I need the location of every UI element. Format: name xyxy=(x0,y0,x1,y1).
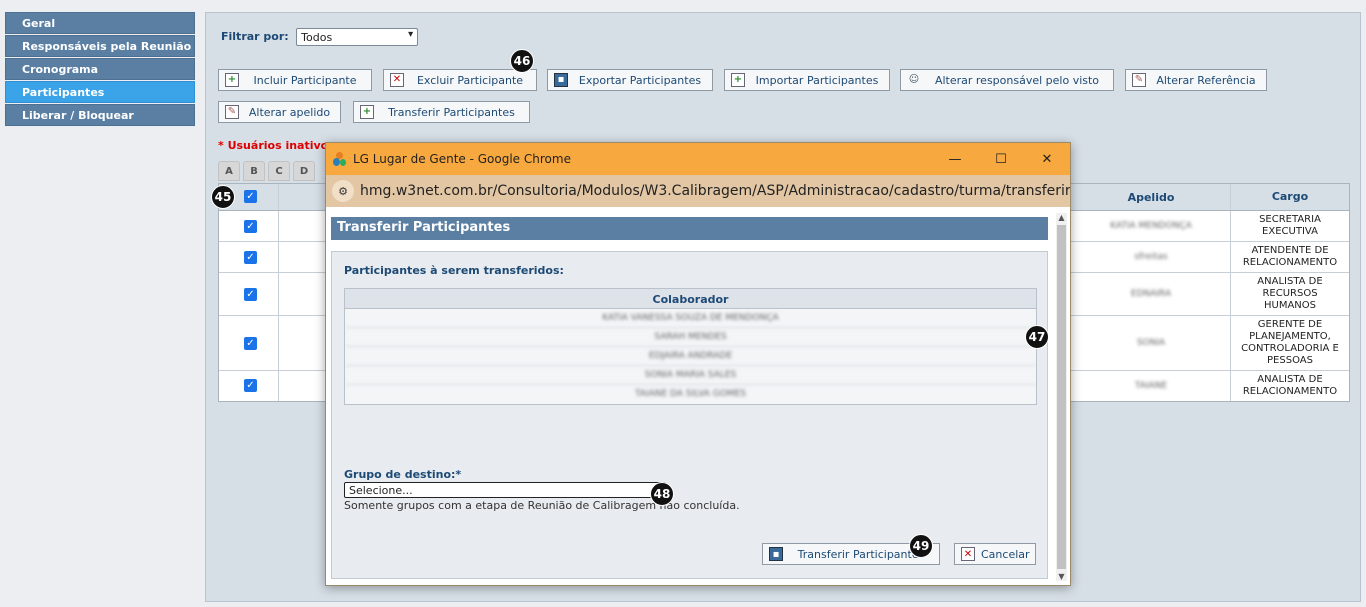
row-cargo: GERENTE DE PLANEJAMENTO, CONTROLADORIA E… xyxy=(1230,316,1349,370)
menu-item-liberar-bloquear[interactable]: Liberar / Bloquear xyxy=(5,104,195,126)
filter-select[interactable]: Todos ▾ xyxy=(296,28,419,46)
importar-participantes-button[interactable]: + Importar Participantes xyxy=(724,69,890,91)
list-item: SONIA MARIA SALES xyxy=(345,366,1036,385)
destination-label: Grupo de destino:* xyxy=(344,468,462,481)
row-cargo: ATENDENTE DE RELACIONAMENTO xyxy=(1230,242,1349,272)
edit-icon: ✎ xyxy=(225,105,239,119)
alterar-responsavel-button[interactable]: ☺ Alterar responsável pelo visto xyxy=(900,69,1114,91)
row-cargo: SECRETARIA EXECUTIVA xyxy=(1230,211,1349,241)
transfer-icon: + xyxy=(360,105,374,119)
row-checkbox[interactable]: ✓ xyxy=(244,220,257,233)
scroll-up-icon[interactable]: ▲ xyxy=(1056,213,1067,222)
cancel-button[interactable]: ✕ Cancelar xyxy=(954,543,1036,565)
transferir-participantes-button[interactable]: + Transferir Participantes xyxy=(353,101,530,123)
excluir-participante-button[interactable]: ✕ Excluir Participante xyxy=(383,69,537,91)
row-checkbox[interactable]: ✓ xyxy=(244,337,257,350)
lg-app-icon xyxy=(333,152,347,166)
chevron-down-icon: ▾ xyxy=(408,29,414,40)
row-apelido: sfreitas xyxy=(1134,252,1168,262)
cancel-icon: ✕ xyxy=(961,547,975,561)
destination-value: Selecione... xyxy=(349,484,413,497)
filter-value: Todos xyxy=(301,31,333,44)
list-item: EDJAIRA ANDRADE xyxy=(345,347,1036,366)
step-badge-45: 45 xyxy=(211,185,235,209)
letter-tab-d[interactable]: D xyxy=(293,161,315,181)
step-badge-46: 46 xyxy=(510,49,534,73)
menu-item-responsaveis[interactable]: Responsáveis pela Reunião xyxy=(5,35,195,57)
exportar-participantes-button[interactable]: ▪ Exportar Participantes xyxy=(547,69,713,91)
scroll-down-icon[interactable]: ▼ xyxy=(1056,572,1067,581)
maximize-icon[interactable]: ☐ xyxy=(978,143,1024,175)
export-icon: ▪ xyxy=(554,73,568,87)
site-settings-icon[interactable]: ⚙ xyxy=(332,180,354,202)
letter-tab-c[interactable]: C xyxy=(268,161,290,181)
header-apelido: Apelido xyxy=(1127,190,1175,204)
address-bar[interactable]: ⚙ hmg.w3net.com.br/Consultoria/Modulos/W… xyxy=(326,175,1070,207)
url-text: hmg.w3net.com.br/Consultoria/Modulos/W3.… xyxy=(360,183,1070,199)
minimize-icon[interactable]: — xyxy=(932,143,978,175)
letter-tab-a[interactable]: A xyxy=(218,161,240,181)
row-checkbox[interactable]: ✓ xyxy=(244,251,257,264)
close-icon[interactable]: ✕ xyxy=(1024,143,1070,175)
list-item: SARAH MENDES xyxy=(345,328,1036,347)
edit-icon: ✎ xyxy=(1132,73,1146,87)
select-all-checkbox[interactable]: ✓ xyxy=(244,190,257,203)
row-apelido: SONIA xyxy=(1136,338,1166,348)
window-title: LG Lugar de Gente - Google Chrome xyxy=(353,152,571,166)
list-item: TAIANE DA SILVA GOMES xyxy=(634,389,747,399)
row-cargo: ANALISTA DE RELACIONAMENTO xyxy=(1230,371,1349,401)
destination-hint: Somente grupos com a etapa de Reunião de… xyxy=(344,499,740,512)
row-apelido: KATIA MENDONÇA xyxy=(1110,221,1192,231)
row-apelido: TAIANE xyxy=(1134,381,1168,391)
section-title: Transferir Participantes xyxy=(331,217,1048,240)
alterar-referencia-button[interactable]: ✎ Alterar Referência xyxy=(1125,69,1267,91)
filter: Filtrar por: Todos ▾ xyxy=(221,28,419,46)
row-checkbox[interactable]: ✓ xyxy=(244,379,257,392)
menu-item-geral[interactable]: Geral xyxy=(5,12,195,34)
row-cargo: ANALISTA DE RECURSOS HUMANOS xyxy=(1230,273,1349,315)
step-badge-49: 49 xyxy=(909,534,933,558)
participants-label: Participantes à serem transferidos: xyxy=(344,264,564,277)
participants-list: Colaborador KATIA VANESSA SOUZA DE MENDO… xyxy=(344,288,1037,405)
delete-icon: ✕ xyxy=(390,73,404,87)
side-menu: Geral Responsáveis pela Reunião Cronogra… xyxy=(5,12,195,127)
save-icon: ▪ xyxy=(769,547,783,561)
window-titlebar: LG Lugar de Gente - Google Chrome — ☐ ✕ xyxy=(326,143,1070,175)
menu-item-participantes[interactable]: Participantes xyxy=(5,81,195,103)
incluir-participante-button[interactable]: + Incluir Participante xyxy=(218,69,372,91)
import-icon: + xyxy=(731,73,745,87)
colaborador-header: Colaborador xyxy=(345,289,1036,309)
people-icon: ☺ xyxy=(908,74,920,85)
inactive-users-note: * Usuários inativos xyxy=(218,139,335,152)
letter-tab-b[interactable]: B xyxy=(243,161,265,181)
letter-tabs: A B C D xyxy=(218,161,318,181)
add-page-icon: + xyxy=(225,73,239,87)
row-checkbox[interactable]: ✓ xyxy=(244,288,257,301)
menu-item-cronograma[interactable]: Cronograma xyxy=(5,58,195,80)
list-item: KATIA VANESSA SOUZA DE MENDONÇA xyxy=(345,309,1036,328)
chrome-popup-window: LG Lugar de Gente - Google Chrome — ☐ ✕ … xyxy=(325,142,1071,586)
alterar-apelido-button[interactable]: ✎ Alterar apelido xyxy=(218,101,341,123)
popup-scrollbar[interactable]: ▲ ▼ xyxy=(1056,213,1067,581)
popup-content: Transferir Participantes Participantes à… xyxy=(326,207,1070,585)
destination-group-select[interactable]: Selecione... xyxy=(344,482,666,498)
transfer-form: Participantes à serem transferidos: Cola… xyxy=(331,251,1048,579)
row-apelido: EDNAIRA xyxy=(1130,289,1172,299)
step-badge-47: 47 xyxy=(1025,325,1049,349)
scroll-thumb[interactable] xyxy=(1057,225,1066,569)
step-badge-48: 48 xyxy=(650,482,674,506)
filter-label: Filtrar por: xyxy=(221,30,289,43)
header-cargo: Cargo xyxy=(1230,184,1349,210)
